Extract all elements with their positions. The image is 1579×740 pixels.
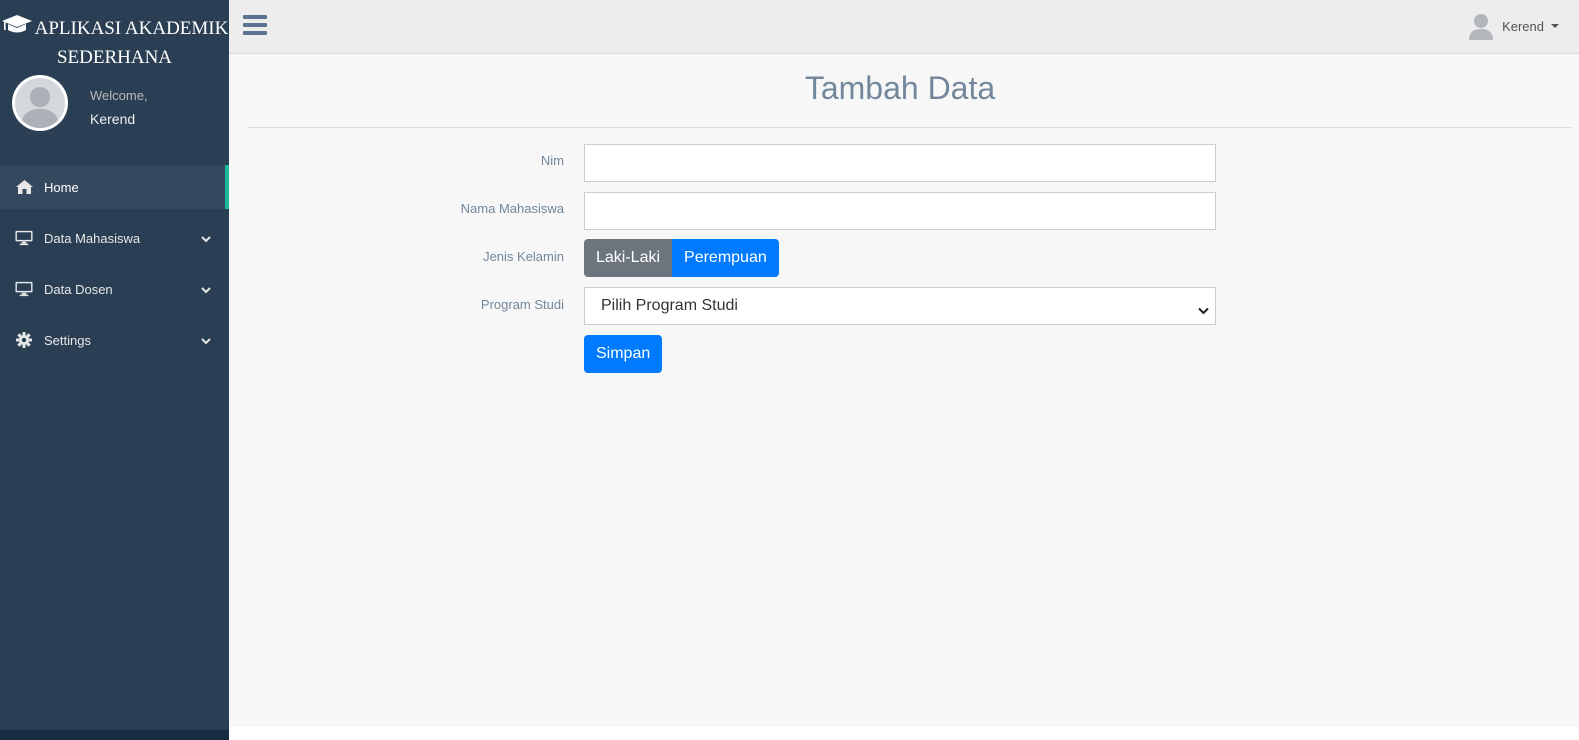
chevron-down-icon (201, 333, 211, 348)
jenis-kelamin-label: Jenis Kelamin (483, 249, 564, 264)
sidebar-item-data-mahasiswa[interactable]: Data Mahasiswa (0, 216, 229, 260)
sidebar-item-settings[interactable]: Settings (0, 318, 229, 362)
menu-toggle-icon[interactable] (243, 15, 267, 37)
gender-button-group: Laki-Laki Perempuan (584, 239, 779, 277)
sidebar-menu: Home Data Mahasiswa Data Dosen Settings (0, 165, 229, 369)
nama-mahasiswa-input[interactable] (584, 192, 1216, 230)
brand-line-1: APLIKASI AKADEMIK (34, 18, 229, 39)
welcome-text: Welcome, (90, 88, 148, 103)
sidebar-item-label: Settings (44, 332, 91, 348)
chevron-down-icon (201, 231, 211, 246)
nim-input[interactable] (584, 144, 1216, 182)
page-title: Tambah Data (804, 70, 996, 106)
program-studi-selected: Pilih Program Studi (601, 297, 738, 314)
app-brand[interactable]: APLIKASI AKADEMIK SEDERHANA (0, 14, 229, 71)
home-icon (15, 178, 33, 196)
user-avatar-icon (1469, 14, 1494, 40)
top-navbar: Kerend (229, 0, 1579, 54)
desktop-icon (15, 280, 33, 298)
chevron-down-icon (201, 282, 211, 297)
user-silhouette-icon (21, 87, 59, 128)
avatar (12, 75, 68, 131)
graduation-cap-icon (1, 14, 33, 44)
profile-info: Welcome, Kerend (90, 88, 148, 127)
sidebar-item-label: Data Dosen (44, 281, 113, 297)
sidebar-item-home[interactable]: Home (0, 165, 229, 209)
nim-label: Nim (540, 153, 564, 168)
program-studi-select[interactable]: Pilih Program Studi (584, 287, 1216, 325)
sidebar-item-label: Home (44, 179, 79, 195)
footer-strip (229, 727, 1579, 740)
sidebar-item-data-dosen[interactable]: Data Dosen (0, 267, 229, 311)
nama-mahasiswa-label: Nama Mahasiswa (460, 201, 564, 216)
brand-line-2: SEDERHANA (56, 47, 173, 68)
sidebar-footer (0, 730, 229, 740)
caret-down-icon (1551, 24, 1559, 28)
desktop-icon (15, 229, 33, 247)
divider (248, 127, 1571, 128)
sidebar-item-label: Data Mahasiswa (44, 230, 141, 246)
user-name: Kerend (1502, 18, 1544, 34)
gender-perempuan-button[interactable]: Perempuan (672, 239, 779, 277)
user-dropdown[interactable]: Kerend (1468, 12, 1559, 40)
program-studi-label: Program Studi (480, 297, 564, 312)
gear-icon (15, 331, 33, 349)
simpan-button[interactable]: Simpan (584, 335, 663, 373)
main-content: Tambah Data Nim Nama Mahasiswa Jenis Kel… (229, 55, 1579, 727)
sidebar: APLIKASI AKADEMIK SEDERHANA Welcome, Ker… (0, 0, 229, 740)
chevron-down-icon (1198, 302, 1209, 320)
gender-laki-laki-button[interactable]: Laki-Laki (584, 239, 673, 277)
profile-name: Kerend (90, 111, 136, 127)
